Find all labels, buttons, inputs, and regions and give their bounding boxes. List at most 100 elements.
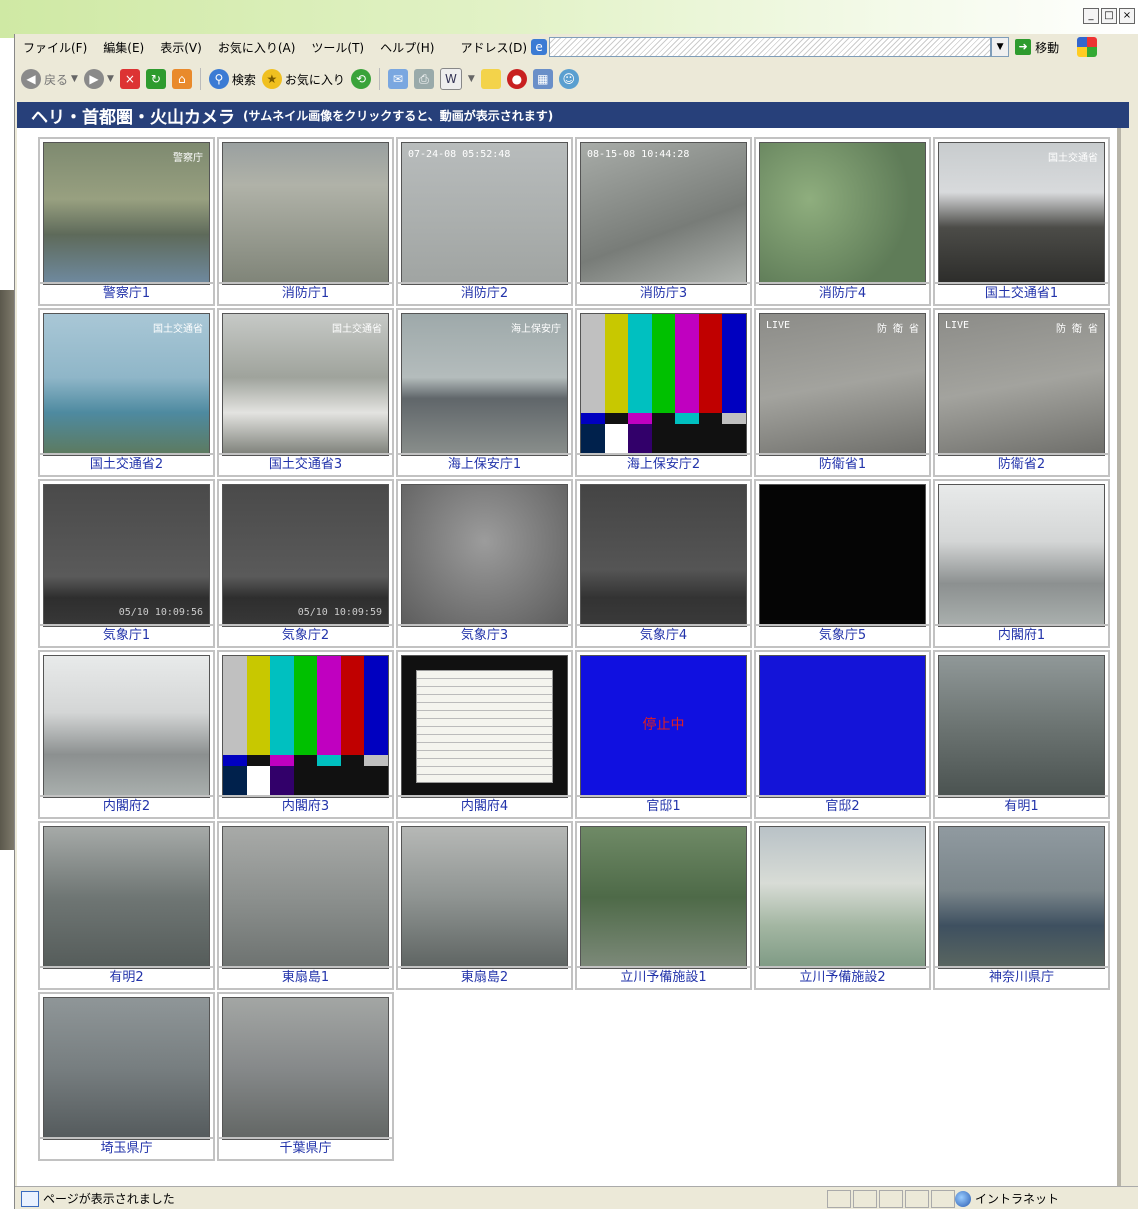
messenger-icon[interactable]: ☺ xyxy=(558,69,579,89)
camera-label[interactable]: 東扇島1 xyxy=(219,966,392,988)
camera-tile[interactable]: 07-24-08 05:52:48 消防庁2 xyxy=(396,137,573,306)
camera-tile[interactable]: 立川予備施設1 xyxy=(575,821,752,990)
camera-label[interactable]: 消防庁4 xyxy=(756,282,929,304)
camera-tile[interactable]: 神奈川県庁 xyxy=(933,821,1110,990)
camera-label[interactable]: 警察庁1 xyxy=(40,282,213,304)
back-button[interactable]: ◀ 戻る ▼ xyxy=(21,69,78,89)
stop-icon[interactable]: × xyxy=(119,69,140,89)
camera-tile[interactable]: 消防庁4 xyxy=(754,137,931,306)
menu-favorites[interactable]: お気に入り(A) xyxy=(210,39,304,56)
camera-tile[interactable]: 千葉県庁 xyxy=(217,992,394,1161)
camera-thumbnail[interactable] xyxy=(401,655,568,798)
camera-thumbnail[interactable] xyxy=(401,826,568,969)
home-icon[interactable]: ⌂ xyxy=(171,69,192,89)
camera-thumbnail[interactable] xyxy=(759,655,926,798)
camera-tile[interactable]: LIVE 防 衛 省防衛省1 xyxy=(754,308,931,477)
menu-edit[interactable]: 編集(E) xyxy=(95,39,152,56)
camera-label[interactable]: 内閣府4 xyxy=(398,795,571,817)
camera-thumbnail[interactable]: LIVE 防 衛 省 xyxy=(938,313,1105,456)
camera-thumbnail[interactable] xyxy=(759,142,926,285)
camera-thumbnail[interactable]: 国土交通省 xyxy=(43,313,210,456)
camera-label[interactable]: 気象庁5 xyxy=(756,624,929,646)
camera-thumbnail[interactable]: 08-15-08 10:44:28 xyxy=(580,142,747,285)
camera-label[interactable]: 消防庁2 xyxy=(398,282,571,304)
camera-label[interactable]: 消防庁3 xyxy=(577,282,750,304)
camera-thumbnail[interactable] xyxy=(222,997,389,1140)
camera-label[interactable]: 国土交通省3 xyxy=(219,453,392,475)
camera-label[interactable]: 千葉県庁 xyxy=(219,1137,392,1159)
forward-dropdown-icon[interactable]: ▼ xyxy=(107,74,114,84)
camera-label[interactable]: 消防庁1 xyxy=(219,282,392,304)
camera-tile[interactable]: 警察庁 警察庁1 xyxy=(38,137,215,306)
camera-tile[interactable]: 停止中 官邸1 xyxy=(575,650,752,819)
address-field[interactable] xyxy=(549,37,992,57)
camera-tile[interactable]: 国土交通省 国土交通省1 xyxy=(933,137,1110,306)
camera-tile[interactable]: 気象庁5 xyxy=(754,479,931,648)
camera-label[interactable]: 国土交通省1 xyxy=(935,282,1108,304)
print-icon[interactable]: ⎙ xyxy=(413,69,434,89)
camera-tile[interactable]: 内閣府3 xyxy=(217,650,394,819)
camera-tile[interactable]: 内閣府2 xyxy=(38,650,215,819)
camera-label[interactable]: 国土交通省2 xyxy=(40,453,213,475)
camera-tile[interactable]: 有明2 xyxy=(38,821,215,990)
camera-thumbnail[interactable] xyxy=(580,313,747,456)
camera-label[interactable]: 神奈川県庁 xyxy=(935,966,1108,988)
research-icon[interactable]: ▦ xyxy=(532,69,553,89)
forward-button[interactable]: ▶ ▼ xyxy=(83,69,114,89)
camera-tile[interactable]: 気象庁4 xyxy=(575,479,752,648)
minimize-icon[interactable]: _ xyxy=(1083,8,1099,24)
camera-tile[interactable]: 国土交通省 国土交通省2 xyxy=(38,308,215,477)
camera-tile[interactable]: 海上保安庁2 xyxy=(575,308,752,477)
camera-thumbnail[interactable] xyxy=(938,484,1105,627)
camera-label[interactable]: 気象庁2 xyxy=(219,624,392,646)
back-dropdown-icon[interactable]: ▼ xyxy=(71,74,78,84)
camera-thumbnail[interactable]: 国土交通省 xyxy=(222,313,389,456)
camera-label[interactable]: 官邸2 xyxy=(756,795,929,817)
camera-tile[interactable]: 海上保安庁 海上保安庁1 xyxy=(396,308,573,477)
camera-label[interactable]: 海上保安庁2 xyxy=(577,453,750,475)
favorites-button[interactable]: ★ お気に入り xyxy=(261,69,345,89)
camera-tile[interactable]: 国土交通省 国土交通省3 xyxy=(217,308,394,477)
camera-label[interactable]: 埼玉県庁 xyxy=(40,1137,213,1159)
camera-thumbnail[interactable] xyxy=(580,826,747,969)
camera-tile[interactable]: 東扇島1 xyxy=(217,821,394,990)
edit-dropdown-icon[interactable]: ▼ xyxy=(468,74,475,84)
menu-file[interactable]: ファイル(F) xyxy=(15,39,95,56)
address-dropdown-icon[interactable]: ▼ xyxy=(991,37,1010,57)
search-button[interactable]: ⚲ 検索 xyxy=(208,69,256,89)
go-button[interactable]: ➜ 移動 xyxy=(1015,39,1059,56)
camera-label[interactable]: 防衛省2 xyxy=(935,453,1108,475)
edit-icon[interactable]: W xyxy=(439,68,462,90)
camera-label[interactable]: 有明2 xyxy=(40,966,213,988)
camera-label[interactable]: 内閣府2 xyxy=(40,795,213,817)
camera-tile[interactable]: 05/10 10:09:56 気象庁1 xyxy=(38,479,215,648)
camera-tile[interactable]: 05/10 10:09:59 気象庁2 xyxy=(217,479,394,648)
camera-label[interactable]: 気象庁4 xyxy=(577,624,750,646)
camera-thumbnail[interactable]: 07-24-08 05:52:48 xyxy=(401,142,568,285)
camera-thumbnail[interactable]: 国土交通省 xyxy=(938,142,1105,285)
menu-view[interactable]: 表示(V) xyxy=(152,39,210,56)
camera-label[interactable]: 内閣府3 xyxy=(219,795,392,817)
camera-thumbnail[interactable] xyxy=(43,655,210,798)
camera-label[interactable]: 防衛省1 xyxy=(756,453,929,475)
camera-thumbnail[interactable]: 警察庁 xyxy=(43,142,210,285)
menu-help[interactable]: ヘルプ(H) xyxy=(372,39,442,56)
camera-thumbnail[interactable] xyxy=(938,826,1105,969)
camera-thumbnail[interactable]: 05/10 10:09:59 xyxy=(222,484,389,627)
camera-thumbnail[interactable] xyxy=(580,484,747,627)
camera-tile[interactable]: 立川予備施設2 xyxy=(754,821,931,990)
camera-label[interactable]: 気象庁3 xyxy=(398,624,571,646)
camera-tile[interactable]: 埼玉県庁 xyxy=(38,992,215,1161)
camera-tile[interactable]: 気象庁3 xyxy=(396,479,573,648)
camera-label[interactable]: 内閣府1 xyxy=(935,624,1108,646)
camera-tile[interactable]: 08-15-08 10:44:28 消防庁3 xyxy=(575,137,752,306)
camera-tile[interactable]: LIVE 防 衛 省防衛省2 xyxy=(933,308,1110,477)
camera-tile[interactable]: 東扇島2 xyxy=(396,821,573,990)
camera-thumbnail[interactable]: LIVE 防 衛 省 xyxy=(759,313,926,456)
mail-icon[interactable]: ✉ xyxy=(387,69,408,89)
camera-label[interactable]: 立川予備施設2 xyxy=(756,966,929,988)
camera-thumbnail[interactable] xyxy=(43,997,210,1140)
menu-tools[interactable]: ツール(T) xyxy=(303,39,372,56)
camera-thumbnail[interactable] xyxy=(222,826,389,969)
camera-tile[interactable]: 有明1 xyxy=(933,650,1110,819)
